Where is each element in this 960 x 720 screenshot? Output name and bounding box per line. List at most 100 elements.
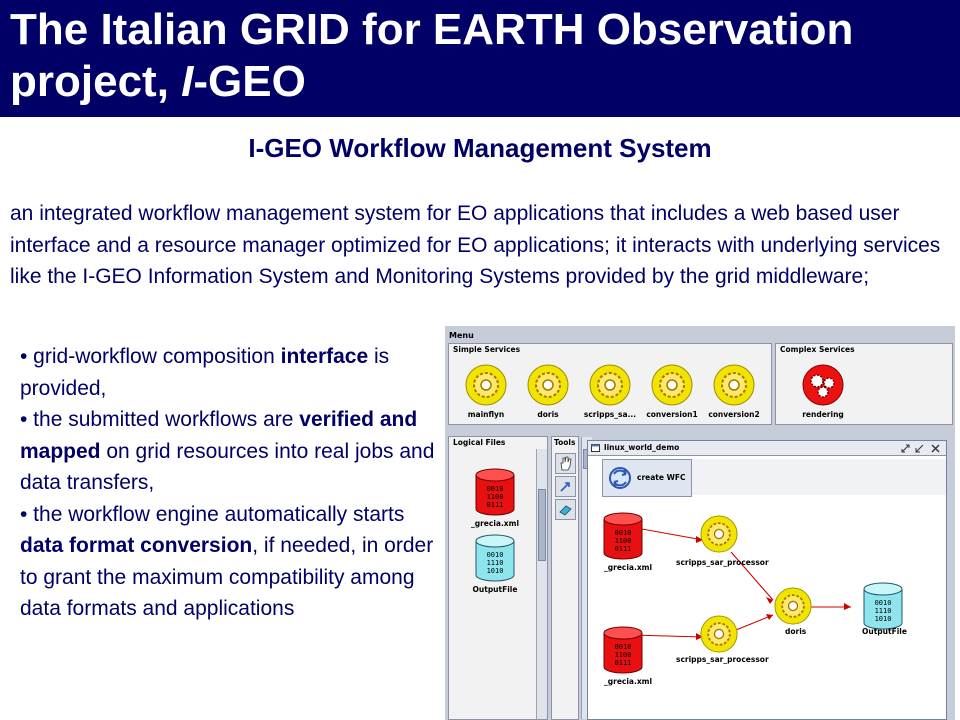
service-scripps[interactable]: scripps_sa... <box>583 364 637 419</box>
service-conversion2[interactable]: conversion2 <box>707 364 761 419</box>
node-label: OutputFile <box>862 627 907 636</box>
slide-title: The Italian GRID for EARTH Observation p… <box>10 4 950 108</box>
intro-paragraph: an integrated workflow management system… <box>10 202 941 288</box>
bits-text: 0010 <box>615 643 632 651</box>
workflow-file-node[interactable]: 0010 1110 1010 <box>862 581 904 633</box>
logical-files-panel: Logical Files 0010 1100 0111 _grecia.xml… <box>448 436 548 720</box>
toolbar-area <box>692 459 946 495</box>
title-line-2-prefix: project, <box>10 57 182 106</box>
bits-text: 0111 <box>615 659 632 667</box>
logical-file-item[interactable]: 0010 1100 0111 _grecia.xml <box>465 467 525 528</box>
database-icon: 0010 1110 1010 <box>863 582 903 630</box>
bits-text: 1010 <box>875 615 892 623</box>
node-label: _grecia.xml <box>604 677 653 686</box>
service-rendering[interactable]: rendering <box>796 364 850 419</box>
bullet-item: • the workflow engine automatically star… <box>20 499 445 625</box>
logical-file-item[interactable]: 0010 1110 1010 OutputFile <box>465 533 525 594</box>
service-doris[interactable]: doris <box>521 364 575 419</box>
bits-text: 1110 <box>487 559 504 567</box>
bullet-text: • grid-workflow composition <box>20 345 281 368</box>
bullet-bold: interface <box>280 345 369 368</box>
tools-title: Tools <box>554 438 576 447</box>
workflow-service-node[interactable] <box>700 515 738 555</box>
workflow-file-node[interactable]: 0010 1100 0111 <box>602 511 662 563</box>
workflow-service-node[interactable] <box>700 615 738 655</box>
database-icon: 0010 1110 1010 <box>475 534 515 582</box>
database-icon: 0010 1100 0111 <box>603 626 643 674</box>
service-label: rendering <box>802 410 844 419</box>
workflow-service-node[interactable] <box>774 587 812 627</box>
node-label: _grecia.xml <box>604 563 653 572</box>
workflow-file-node[interactable]: 0010 1100 0111 <box>602 625 662 677</box>
simple-services-panel: Simple Services mainflyn doris scripps_s… <box>448 343 772 425</box>
gear-icon <box>465 364 507 406</box>
window-titlebar: linux_world_demo <box>588 441 946 456</box>
node-label: scripps_sar_processor <box>676 655 769 664</box>
arrow-icon <box>560 482 570 492</box>
bullet-item: • grid-workflow composition interface is… <box>20 341 445 404</box>
gear-icon <box>700 515 738 553</box>
service-label: conversion2 <box>708 410 760 419</box>
database-icon: 0010 1100 0111 <box>603 512 643 560</box>
create-wfc-button[interactable]: create WFC <box>602 459 692 497</box>
gear-icon <box>527 364 569 406</box>
bits-text: 0010 <box>487 485 504 493</box>
service-label: mainflyn <box>467 410 505 419</box>
bits-text: 1100 <box>487 493 504 501</box>
menu-label[interactable]: Menu <box>449 331 474 340</box>
complex-services-title: Complex Services <box>780 345 855 354</box>
bits-text: 0111 <box>615 545 632 553</box>
create-wfc-label: create WFC <box>637 473 686 482</box>
eraser-icon <box>559 505 572 516</box>
bits-text: 0010 <box>487 551 504 559</box>
subtitle: I-GEO Workflow Management System <box>248 133 712 163</box>
bullet-item: • the submitted workflows are verified a… <box>20 404 445 499</box>
node-label: scripps_sar_processor <box>676 558 769 567</box>
connect-tool-button[interactable] <box>555 476 576 497</box>
bullet-list: • grid-workflow composition interface is… <box>20 341 445 625</box>
gear-icon <box>713 364 755 406</box>
window-icon <box>591 444 600 452</box>
gear-icon <box>589 364 631 406</box>
logical-files-scrollbar[interactable] <box>536 449 547 719</box>
window-title: linux_world_demo <box>604 443 680 452</box>
logical-files-title: Logical Files <box>453 438 506 447</box>
gear-icon <box>651 364 693 406</box>
gear-icon <box>700 615 738 653</box>
scrollbar-thumb[interactable] <box>538 489 546 561</box>
bullet-text: • the workflow engine automatically star… <box>20 502 405 526</box>
workflow-app-screenshot: Menu Simple Services mainflyn doris scri… <box>445 326 955 720</box>
bits-text: 0010 <box>875 599 892 607</box>
service-label: scripps_sa... <box>583 410 637 419</box>
resize-icon[interactable] <box>901 444 910 453</box>
bits-text: 0111 <box>487 501 504 509</box>
title-line-2-suffix: -GEO <box>193 57 306 106</box>
complex-services-panel: Complex Services rendering <box>775 343 953 425</box>
bits-text: 1100 <box>615 537 632 545</box>
hand-tool-button[interactable] <box>555 453 576 474</box>
gear-icon <box>774 587 812 625</box>
service-conversion1[interactable]: conversion1 <box>645 364 699 419</box>
bullet-text: • the submitted workflows are <box>20 408 300 431</box>
bits-text: 1100 <box>615 651 632 659</box>
service-label: doris <box>537 410 559 419</box>
service-label: conversion1 <box>646 410 698 419</box>
tools-panel: Tools <box>551 436 592 720</box>
gears-icon <box>802 364 844 406</box>
title-bar: The Italian GRID for EARTH Observation p… <box>0 0 960 117</box>
logical-file-label: OutputFile <box>472 585 518 594</box>
logical-file-label: _grecia.xml <box>470 519 520 528</box>
database-icon: 0010 1100 0111 <box>475 468 515 516</box>
bits-text: 1010 <box>487 567 504 575</box>
service-mainflyn[interactable]: mainflyn <box>459 364 513 419</box>
restore-icon[interactable] <box>915 444 924 453</box>
edge-arrow <box>844 603 851 610</box>
refresh-icon <box>609 467 631 489</box>
title-line-1: The Italian GRID for EARTH Observation <box>10 5 854 54</box>
workflow-window: linux_world_demo create WFC 0010 1100 01… <box>587 440 947 720</box>
hand-icon <box>560 456 572 471</box>
eraser-tool-button[interactable] <box>555 499 576 520</box>
close-icon[interactable] <box>931 444 940 453</box>
title-line-2: project, I-GEO <box>10 56 950 108</box>
bullet-bold: data format conversion <box>20 534 253 557</box>
